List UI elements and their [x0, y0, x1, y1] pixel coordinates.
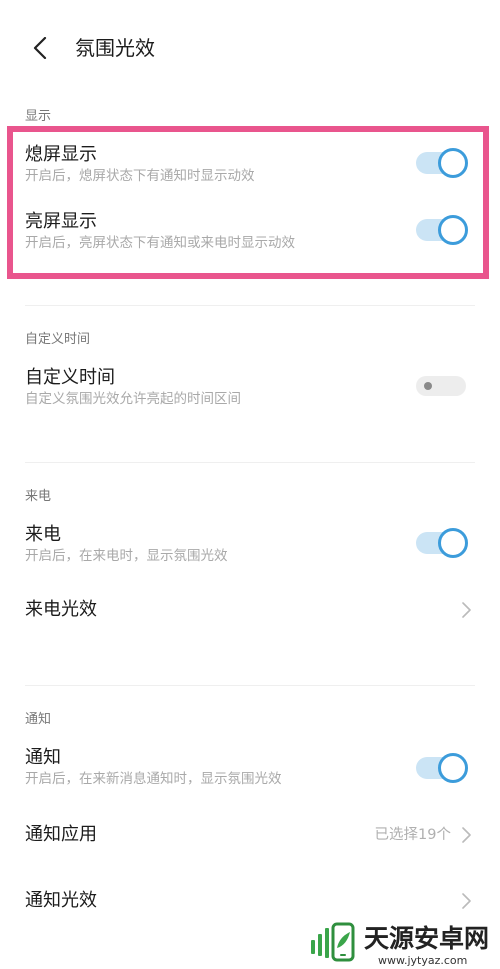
notification-toggle[interactable]: [414, 752, 470, 784]
setting-title: 来电光效: [25, 599, 97, 620]
toggle-knob: [438, 148, 468, 178]
toggle-knob: [438, 753, 468, 783]
chevron-right-icon: [462, 602, 471, 618]
watermark-name: 天源安卓网: [364, 924, 490, 953]
section-label-notification: 通知: [25, 712, 52, 727]
setting-row-custom-time[interactable]: 自定义时间 自定义氛围光效允许亮起的时间区间: [0, 366, 500, 412]
setting-title: 通知光效: [25, 890, 97, 911]
setting-row-screen-off-display[interactable]: 熄屏显示 开启后，熄屏状态下有通知时显示动效: [0, 143, 500, 189]
setting-row-screen-on-display[interactable]: 亮屏显示 开启后，亮屏状态下有通知或来电时显示动效: [0, 210, 500, 256]
incoming-call-toggle[interactable]: [414, 527, 470, 559]
setting-row-notification[interactable]: 通知 开启后，在来新消息通知时，显示氛围光效: [0, 746, 500, 792]
section-divider: [25, 305, 475, 306]
selected-apps-count: 已选择19个: [374, 827, 451, 843]
custom-time-toggle[interactable]: [414, 370, 470, 402]
section-label-custom-time: 自定义时间: [25, 332, 91, 347]
setting-description: 开启后，熄屏状态下有通知时显示动效: [25, 168, 255, 184]
setting-title: 亮屏显示: [25, 211, 97, 232]
watermark-url: www.jytyaz.com: [378, 954, 468, 967]
setting-description: 开启后，在来电时，显示氛围光效: [25, 548, 228, 564]
section-divider: [25, 685, 475, 686]
setting-row-notification-light-effect[interactable]: 通知光效: [0, 889, 500, 913]
setting-description: 开启后，在来新消息通知时，显示氛围光效: [25, 771, 282, 787]
chevron-right-icon: [462, 827, 471, 843]
back-arrow-icon: [33, 37, 47, 59]
setting-description: 开启后，亮屏状态下有通知或来电时显示动效: [25, 235, 295, 251]
setting-title: 通知: [25, 747, 61, 768]
setting-title: 熄屏显示: [25, 144, 97, 165]
setting-description: 自定义氛围光效允许亮起的时间区间: [25, 391, 241, 407]
screen-off-display-toggle[interactable]: [414, 147, 470, 179]
section-divider: [25, 462, 475, 463]
section-label-incoming-call: 来电: [25, 489, 52, 504]
section-label-display: 显示: [25, 109, 52, 124]
chevron-right-icon: [462, 893, 471, 909]
setting-row-incoming-call[interactable]: 来电 开启后，在来电时，显示氛围光效: [0, 523, 500, 569]
setting-row-call-light-effect[interactable]: 来电光效: [0, 598, 500, 622]
screen-on-display-toggle[interactable]: [414, 214, 470, 246]
setting-row-notification-apps[interactable]: 通知应用 已选择19个: [0, 823, 500, 847]
toggle-knob: [438, 528, 468, 558]
page-title: 氛围光效: [75, 36, 155, 60]
setting-title: 通知应用: [25, 824, 97, 845]
setting-title: 来电: [25, 524, 61, 545]
back-button[interactable]: [28, 34, 54, 62]
toggle-knob: [438, 215, 468, 245]
toggle-dot: [424, 382, 432, 390]
setting-title: 自定义时间: [25, 367, 115, 388]
site-logo-icon: [311, 922, 355, 962]
